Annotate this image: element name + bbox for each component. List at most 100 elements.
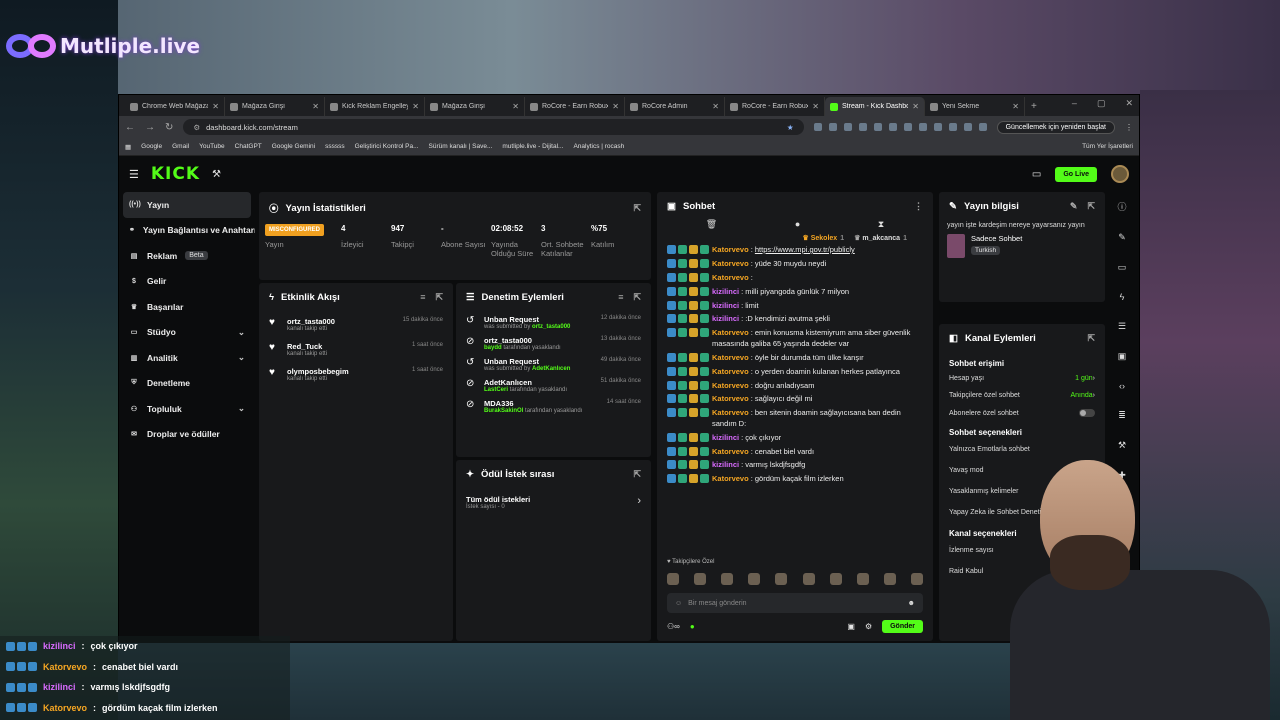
update-button[interactable]: Güncellemek için yeniden başlat bbox=[996, 120, 1115, 134]
tab-close-icon[interactable]: ✕ bbox=[512, 102, 519, 111]
tab-close-icon[interactable]: ✕ bbox=[212, 102, 219, 111]
sidebar-item[interactable]: ⛨ Denetleme bbox=[119, 371, 255, 397]
chat-message[interactable]: kizilinci: varmış lskdjfsgdfg bbox=[657, 460, 933, 471]
new-tab-button[interactable]: + bbox=[1031, 101, 1037, 112]
chat-input[interactable]: ☺ Bir mesaj gönderin ☻ bbox=[667, 593, 923, 613]
url-input[interactable]: ⚙ dashboard.kick.com/stream ★ bbox=[183, 119, 804, 135]
chat-username[interactable]: kizilinci bbox=[712, 301, 739, 310]
emote-icon[interactable] bbox=[667, 573, 679, 585]
sidebar-item[interactable]: ⚇ Topluluk ⌄ bbox=[119, 396, 255, 422]
stack-icon[interactable]: ≣ bbox=[1118, 410, 1126, 421]
emote-icon[interactable] bbox=[856, 573, 869, 585]
menu-icon[interactable]: ⋮ bbox=[1125, 123, 1133, 132]
tab-close-icon[interactable]: ✕ bbox=[312, 102, 319, 111]
chat-username[interactable]: kizilinci bbox=[712, 460, 739, 469]
bookmark-item[interactable]: Analytics | rocash bbox=[573, 143, 624, 150]
sidebar-item[interactable]: ((•)) Yayın bbox=[123, 192, 251, 218]
settings-icon[interactable]: ⚙ bbox=[865, 622, 872, 631]
extension-icon[interactable] bbox=[963, 123, 972, 131]
setting-row[interactable]: Abonelere özel sohbet bbox=[939, 404, 1105, 422]
moderation-item[interactable]: ↺ Unban Request was submitted by AdetKanlı… bbox=[456, 354, 651, 375]
chat-username[interactable]: Katorvevo bbox=[712, 394, 749, 403]
site-info-icon[interactable]: ⚙ bbox=[193, 123, 200, 132]
bookmark-item[interactable]: Gmail bbox=[172, 143, 189, 150]
pin-icon[interactable]: ● bbox=[795, 219, 800, 230]
sidebar-item[interactable]: ▤ Reklam Beta bbox=[119, 243, 255, 269]
browser-tab[interactable]: RoCore - Earn Robux ✕ bbox=[725, 97, 825, 116]
chat-username[interactable]: kizilinci bbox=[712, 433, 739, 442]
moderation-item[interactable]: ⊘ MDA336 BurakSakinOl tarafından yasakland… bbox=[456, 396, 651, 417]
avatar[interactable] bbox=[1111, 165, 1129, 183]
moderation-item[interactable]: ⊘ ortz_tasta000 baydd tarafından yasakland… bbox=[456, 333, 651, 354]
bolt-icon[interactable]: ϟ bbox=[1120, 292, 1125, 302]
chat-username[interactable]: Katorvevo bbox=[712, 353, 749, 362]
hammer-icon[interactable]: ⚒ bbox=[212, 169, 221, 180]
tab-close-icon[interactable]: ✕ bbox=[612, 102, 619, 111]
chat-message[interactable]: Katorvevo: yüde 30 muydu neydi bbox=[657, 258, 933, 270]
setting-toggle[interactable] bbox=[1079, 409, 1095, 417]
more-icon[interactable]: ⋮ bbox=[914, 201, 923, 212]
activity-item[interactable]: ♥ ortz_tasta000 kanalı takip etti 15 dakika… bbox=[259, 312, 453, 337]
extension-icon[interactable] bbox=[888, 123, 897, 131]
bookmark-item[interactable]: mutliple.live - Dijital... bbox=[502, 143, 563, 150]
bookmark-star-icon[interactable]: ★ bbox=[787, 123, 794, 132]
extension-icon[interactable] bbox=[828, 123, 837, 131]
chat-message[interactable]: Katorvevo: emin konusma kistemiyrum ama … bbox=[657, 328, 933, 349]
moderation-item[interactable]: ↺ Unban Request was submitted by ortz_tast… bbox=[456, 312, 651, 333]
chat-message[interactable]: Katorvevo: cenabet biel vardı bbox=[657, 446, 933, 458]
popout-icon[interactable]: ⇱ bbox=[633, 292, 641, 303]
chat-username[interactable]: kizilinci bbox=[712, 287, 739, 296]
tab-close-icon[interactable]: ✕ bbox=[1012, 102, 1019, 111]
forward-icon[interactable]: → bbox=[145, 122, 155, 133]
list-icon[interactable]: ☰ bbox=[1118, 321, 1126, 332]
filter-icon[interactable]: ≡ bbox=[618, 292, 623, 303]
browser-tab[interactable]: Yeni Sekme ✕ bbox=[925, 97, 1025, 116]
screen-icon[interactable]: ▭ bbox=[1032, 169, 1041, 180]
extension-icon[interactable] bbox=[948, 123, 957, 131]
pencil-icon[interactable]: ✎ bbox=[1118, 232, 1126, 243]
chat-message[interactable]: kizilinci: :D kendimizi avutma şekli bbox=[657, 314, 933, 325]
send-button[interactable]: Gönder bbox=[882, 619, 923, 633]
all-bookmarks[interactable]: Tüm Yer İşaretleri bbox=[1082, 143, 1133, 150]
chat-username[interactable]: Katorvevo bbox=[712, 381, 749, 390]
chat-message[interactable]: Katorvevo: o yerden doamin kulanan herke… bbox=[657, 366, 933, 378]
layout-icon[interactable]: ▭ bbox=[1118, 262, 1127, 273]
chat-username[interactable]: Katorvevo bbox=[712, 259, 749, 268]
info-icon[interactable]: ⓘ bbox=[1117, 200, 1126, 213]
tab-close-icon[interactable]: ✕ bbox=[412, 102, 419, 111]
reload-icon[interactable]: ↻ bbox=[165, 122, 173, 133]
extension-icon[interactable] bbox=[813, 123, 822, 131]
extension-icon[interactable] bbox=[933, 123, 942, 131]
maximize-icon[interactable]: ▢ bbox=[1097, 98, 1106, 109]
chat-bubble-icon[interactable]: ▣ bbox=[847, 622, 855, 631]
browser-tab[interactable]: Mağaza Girişi ✕ bbox=[225, 97, 325, 116]
trash-icon[interactable]: 🗑 bbox=[706, 219, 717, 230]
sidebar-item[interactable]: ♛ Başarılar bbox=[119, 294, 255, 320]
popout-icon[interactable]: ⇱ bbox=[633, 203, 641, 214]
bookmark-item[interactable]: ssssss bbox=[325, 143, 345, 150]
extension-icon[interactable] bbox=[903, 123, 912, 131]
browser-tab[interactable]: RoCore Admin ✕ bbox=[625, 97, 725, 116]
emote-icon[interactable] bbox=[829, 573, 842, 585]
sidebar-item[interactable]: ⚭ Yayın Bağlantısı ve Anahtarı bbox=[119, 218, 255, 244]
chat-message[interactable]: Katorvevo: doğru anladıysam bbox=[657, 380, 933, 392]
browser-tab[interactable]: RoCore - Earn Robux ✕ bbox=[525, 97, 625, 116]
chat-option-row[interactable]: Yalnızca Emotlarla sohbet bbox=[939, 439, 1105, 460]
bookmark-item[interactable]: Google bbox=[141, 143, 162, 150]
chat-username[interactable]: Katorvevo bbox=[712, 474, 749, 483]
chat-username[interactable]: kizilinci bbox=[712, 314, 739, 323]
bookmark-item[interactable]: YouTube bbox=[199, 143, 225, 150]
hourglass-icon[interactable]: ⧗ bbox=[878, 219, 884, 230]
popout-icon[interactable]: ⇱ bbox=[633, 469, 641, 480]
tab-close-icon[interactable]: ✕ bbox=[712, 102, 719, 111]
sidebar-item[interactable]: ▭ Stüdyo ⌄ bbox=[119, 320, 255, 346]
sidebar-item[interactable]: ✉ Droplar ve ödüller bbox=[119, 422, 255, 448]
all-rewards-row[interactable]: Tüm ödül istekleri İstek sayısı - 0 › bbox=[456, 489, 651, 515]
code-icon[interactable]: ‹› bbox=[1119, 381, 1125, 391]
close-window-icon[interactable]: ✕ bbox=[1125, 98, 1133, 109]
chat-icon[interactable]: ▣ bbox=[1118, 351, 1127, 362]
chat-message[interactable]: Katorvevo: sağlayıcı değil mi bbox=[657, 394, 933, 405]
users-icon[interactable]: ⚇∞ bbox=[667, 622, 680, 631]
popout-icon[interactable]: ⇱ bbox=[435, 292, 443, 303]
popout-icon[interactable]: ⇱ bbox=[1087, 201, 1095, 212]
